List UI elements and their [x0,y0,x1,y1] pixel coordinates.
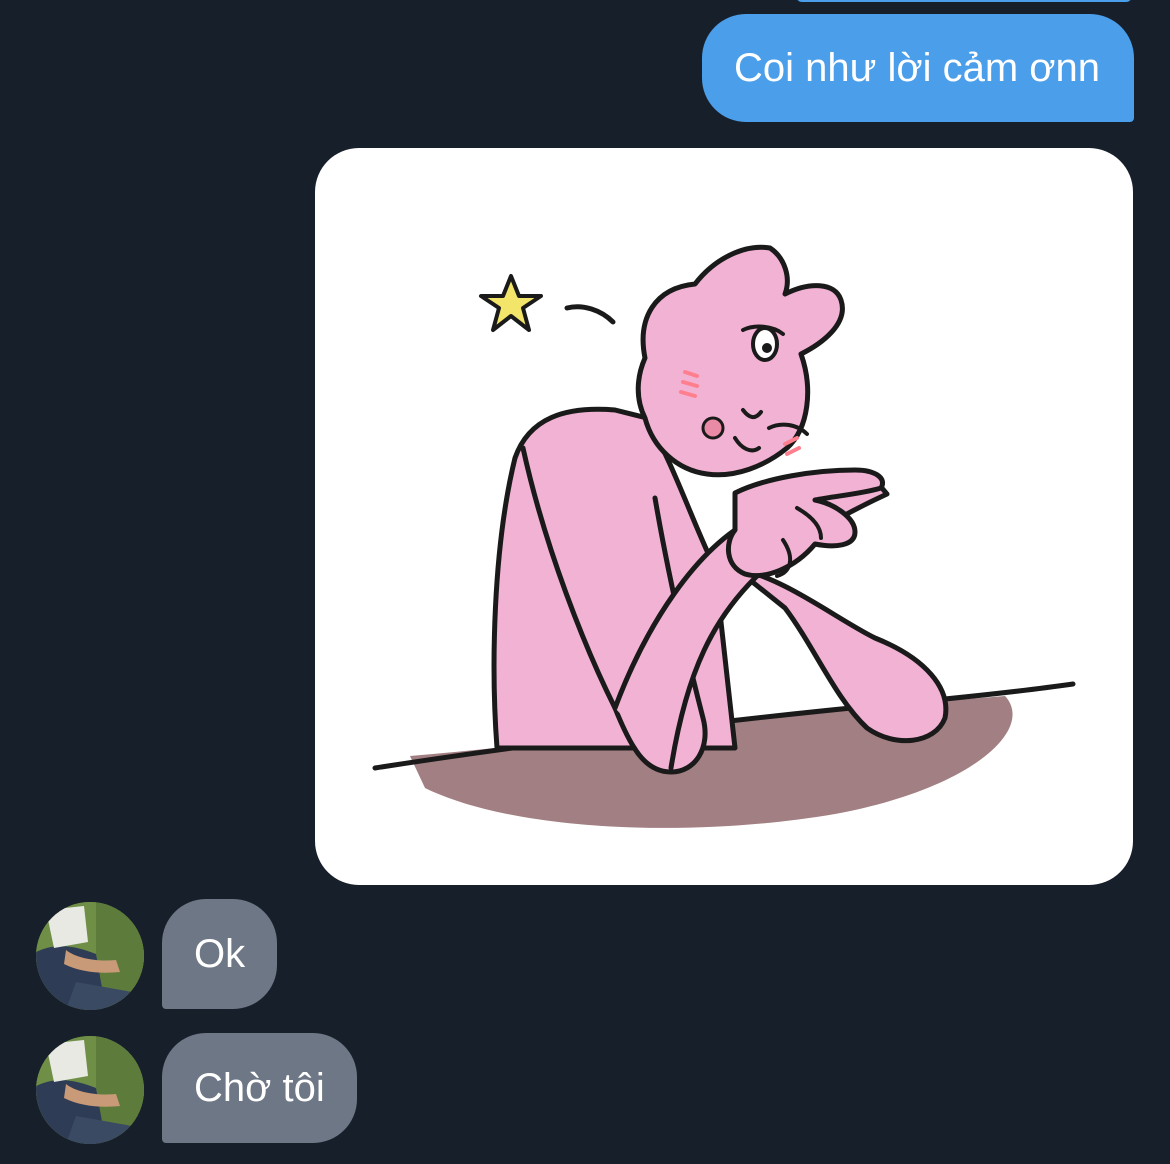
user-avatar-icon [36,902,144,1010]
user-avatar-icon [36,1036,144,1144]
previous-message-bubble-edge [796,0,1132,2]
received-message-text: Chờ tôi [194,1066,325,1110]
received-message-text: Ok [194,932,246,976]
pink-bunny-sticker-icon [372,244,1076,828]
avatar[interactable] [36,1036,144,1144]
avatar[interactable] [36,902,144,1010]
received-message-bubble[interactable]: Ok [162,899,278,1009]
sent-message-text: Coi như lời cảm ơnn [733,46,1100,90]
sticker-message[interactable] [315,148,1133,885]
received-message-bubble[interactable]: Chờ tôi [162,1033,357,1143]
sent-message-bubble[interactable]: Coi như lời cảm ơnn [701,14,1134,122]
